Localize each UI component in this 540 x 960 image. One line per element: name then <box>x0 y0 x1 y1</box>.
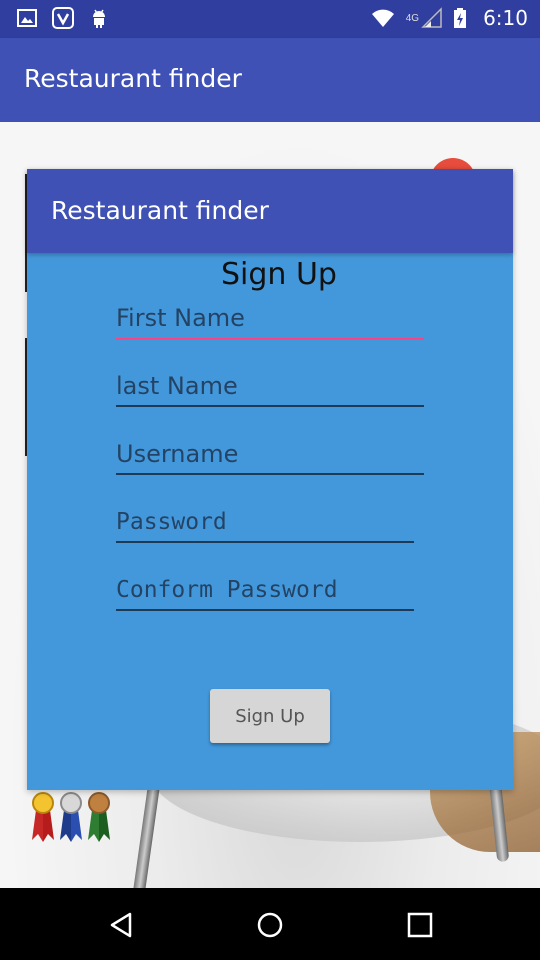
app-title: Restaurant finder <box>24 64 242 93</box>
network-type-label: 4G <box>405 12 420 24</box>
last-name-underline <box>116 405 424 407</box>
navigation-bar <box>0 888 540 960</box>
first-name-underline <box>116 338 424 340</box>
dialog-header: Restaurant finder <box>27 169 513 253</box>
signup-dialog: Restaurant finder Sign Up Sign Up <box>27 169 513 790</box>
battery-charging-icon <box>454 8 467 28</box>
gallery-icon <box>17 9 37 27</box>
confirm-password-underline <box>116 609 414 611</box>
status-time: 6:10 <box>483 6 528 30</box>
dialog-title: Restaurant finder <box>51 196 269 225</box>
password-underline <box>116 541 414 543</box>
signup-button[interactable]: Sign Up <box>210 689 330 743</box>
bronze-medal-icon <box>88 792 110 842</box>
silver-medal-icon <box>60 792 82 842</box>
confirm-password-input[interactable] <box>116 572 414 608</box>
username-underline <box>116 473 424 475</box>
home-icon[interactable] <box>255 910 285 940</box>
form-title: Sign Up <box>221 257 337 292</box>
recents-icon[interactable] <box>405 910 435 940</box>
back-icon[interactable] <box>106 910 136 940</box>
saavn-icon <box>52 7 74 29</box>
last-name-input[interactable] <box>116 368 424 404</box>
app-bar: Restaurant finder <box>0 38 540 122</box>
medals-group <box>30 790 112 844</box>
signal-icon <box>421 7 442 28</box>
wifi-icon <box>371 9 394 27</box>
password-input[interactable] <box>116 504 414 540</box>
gold-medal-icon <box>32 792 54 842</box>
android-icon <box>93 9 105 28</box>
username-input[interactable] <box>116 436 424 472</box>
background-fork <box>131 781 161 888</box>
status-bar: 4G 6:10 <box>0 0 540 38</box>
first-name-input[interactable] <box>116 300 424 336</box>
